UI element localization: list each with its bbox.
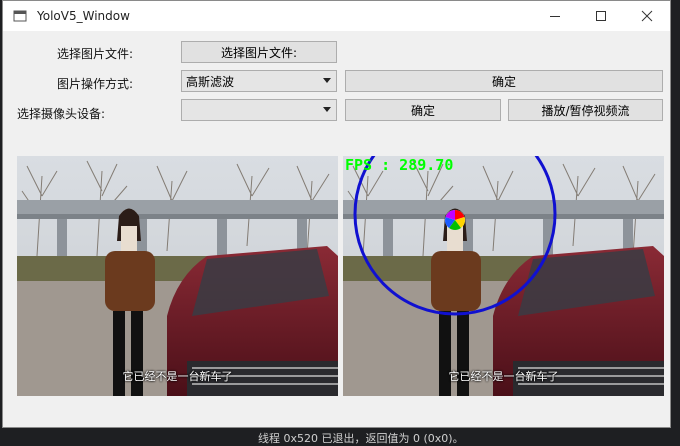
original-video-frame: 它已经不是一台新车了 <box>17 156 338 396</box>
app-window: YoloV5_Window 选择图片文件: 选择图片文件: 图片操作方式: 高斯… <box>2 0 671 428</box>
maximize-icon <box>596 11 606 21</box>
operation-select-value: 高斯滤波 <box>186 74 235 89</box>
operation-select[interactable]: 高斯滤波 <box>181 70 337 92</box>
chevron-down-icon <box>323 107 331 112</box>
maximize-button[interactable] <box>578 1 624 31</box>
video-subtitle: 它已经不是一台新车了 <box>122 370 233 383</box>
select-file-label: 选择图片文件: <box>57 47 134 61</box>
camera-confirm-button[interactable]: 确定 <box>345 99 501 121</box>
camera-label: 选择摄像头设备: <box>17 107 106 121</box>
background-output-text: 线程 0x520 已退出，返回值为 0 (0x0)。 <box>258 432 464 445</box>
face-marker-icon <box>445 210 465 230</box>
video-scene-image <box>17 156 338 396</box>
minimize-button[interactable] <box>532 1 578 31</box>
title-bar[interactable]: YoloV5_Window <box>3 1 670 31</box>
select-file-button[interactable]: 选择图片文件: <box>181 41 337 63</box>
minimize-icon <box>550 16 560 17</box>
processed-scene-image <box>343 156 664 396</box>
app-icon <box>13 10 27 22</box>
fps-counter: FPS : 289.70 <box>345 156 454 174</box>
close-icon <box>641 10 653 22</box>
video-subtitle: 它已经不是一台新车了 <box>448 370 559 383</box>
operation-label: 图片操作方式: <box>57 77 134 91</box>
chevron-down-icon <box>323 78 331 83</box>
camera-select[interactable] <box>181 99 337 121</box>
processed-video-frame: FPS : 289.70 它已经不是一台新车了 <box>343 156 664 396</box>
operation-confirm-button[interactable]: 确定 <box>345 70 663 92</box>
close-button[interactable] <box>624 1 670 31</box>
window-title: YoloV5_Window <box>37 9 130 23</box>
play-pause-button[interactable]: 播放/暂停视频流 <box>508 99 663 121</box>
